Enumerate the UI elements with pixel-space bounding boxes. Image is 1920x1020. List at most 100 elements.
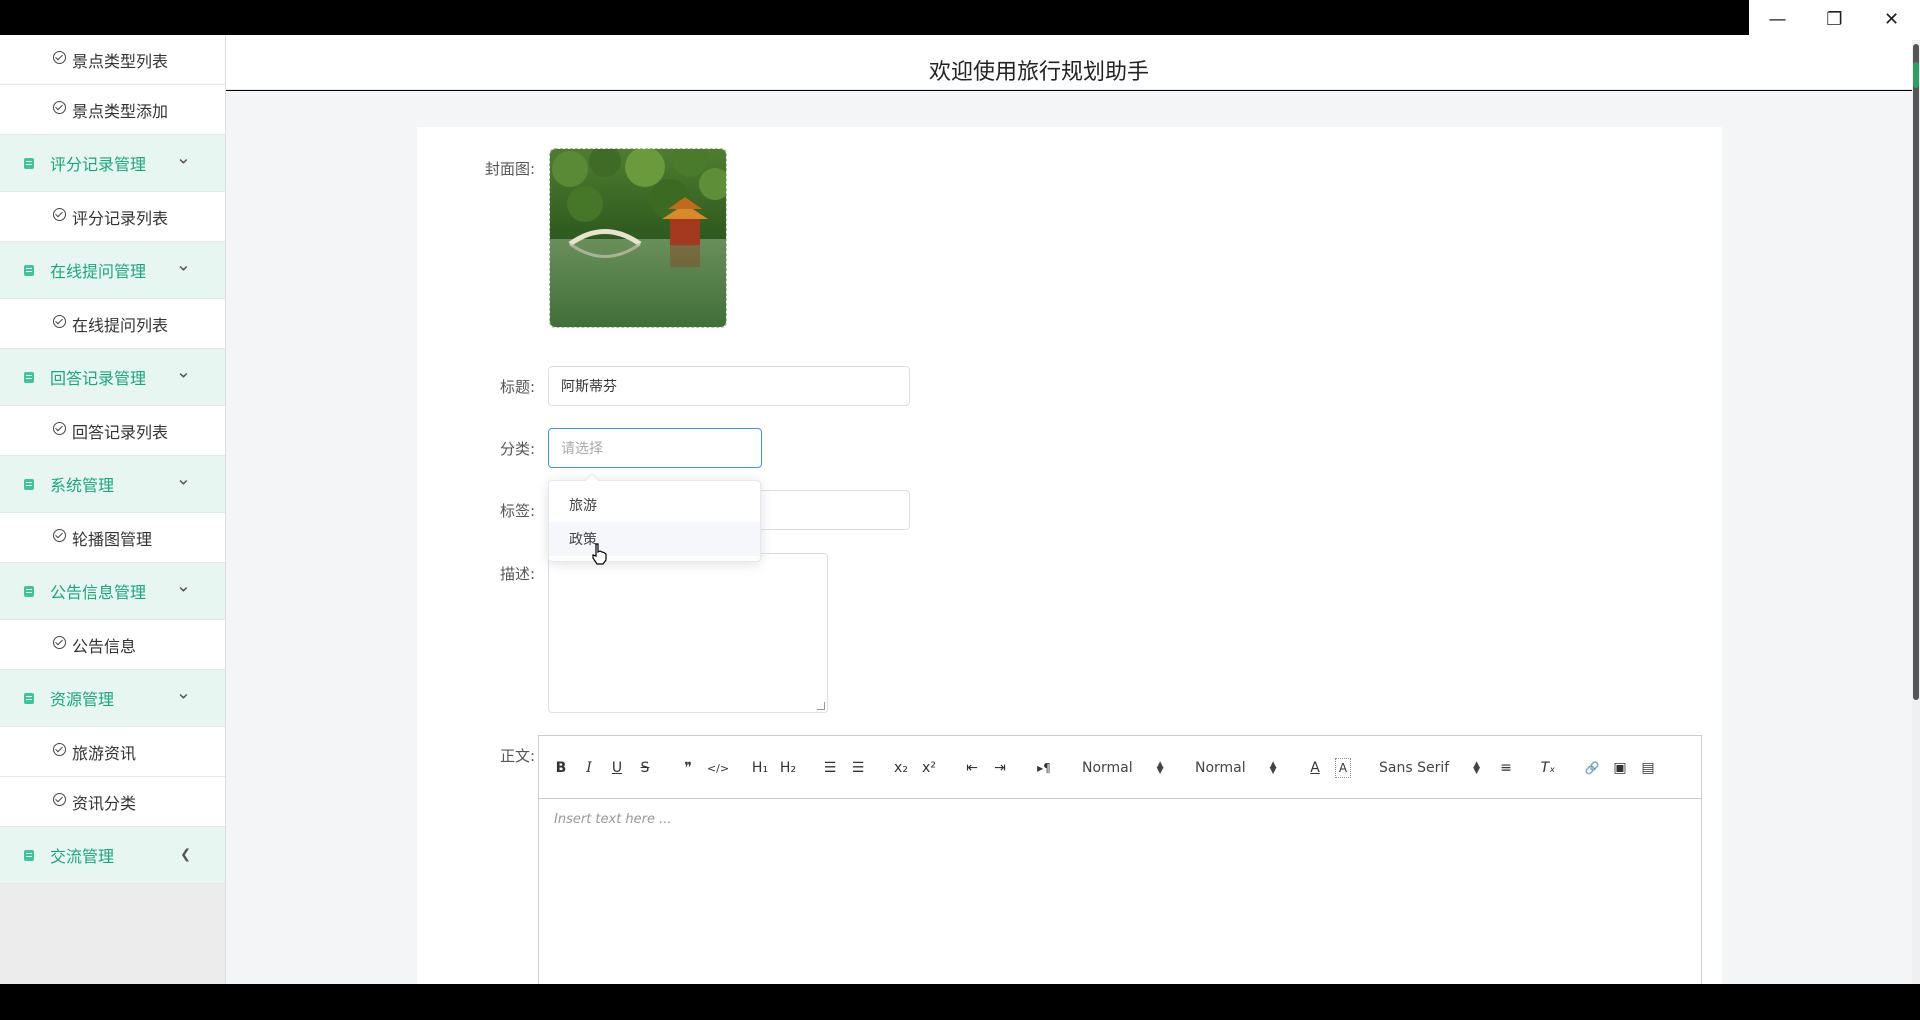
clean-format-button[interactable]: Tₓ	[1539, 758, 1557, 778]
rtl-button[interactable]: ▸¶	[1034, 758, 1054, 778]
body-label: 正文:	[499, 747, 535, 765]
title-input-value: 阿斯蒂芬	[561, 379, 617, 395]
category-placeholder: 请选择	[561, 441, 603, 457]
editor-placeholder[interactable]: Insert text here ...	[554, 812, 672, 827]
sidebar-item-label: 景点类型添加	[72, 101, 169, 121]
app-header: 欢迎使用旅行规划助手	[226, 35, 1920, 90]
sidebar-item-label: 旅游资讯	[72, 743, 137, 763]
header-select-value: Normal	[1195, 760, 1246, 776]
document-icon	[24, 371, 34, 383]
sidebar-group[interactable]: 资源管理 ⌄	[0, 670, 225, 727]
sidebar-group[interactable]: 评分记录管理 ⌄	[0, 135, 225, 192]
close-button[interactable]: ✕	[1863, 0, 1920, 38]
description-label: 描述:	[499, 565, 535, 583]
document-icon	[24, 692, 34, 704]
sidebar-group[interactable]: 交流管理 ❮	[0, 827, 225, 884]
category-option-travel[interactable]: 旅游	[549, 488, 760, 522]
video-button[interactable]: ▤	[1639, 758, 1657, 778]
sidebar-item[interactable]: 回答记录列表	[0, 406, 225, 456]
h1-button[interactable]: H₁	[749, 758, 771, 778]
sidebar-item-label: 公告信息	[72, 636, 137, 656]
code-block-button[interactable]: </>	[707, 758, 729, 778]
sidebar-item[interactable]: 公告信息	[0, 620, 225, 670]
title-input[interactable]: 阿斯蒂芬	[548, 366, 910, 406]
category-select[interactable]: 请选择	[548, 428, 762, 468]
sidebar-item-label: 评分记录管理	[50, 155, 147, 174]
check-circle-icon	[53, 636, 66, 649]
category-option-policy[interactable]: 政策	[549, 522, 760, 556]
cover-image	[550, 149, 726, 327]
align-button[interactable]: ≡	[1497, 758, 1515, 778]
superscript-button[interactable]: x²	[919, 758, 939, 778]
subscript-button[interactable]: x₂	[891, 758, 911, 778]
document-icon	[24, 478, 34, 490]
chevron-down-icon: ⌄	[175, 147, 191, 169]
scrollbar-thumb[interactable]	[1913, 44, 1919, 700]
font-select[interactable]: Sans Serif ▲ ▼	[1379, 758, 1480, 778]
sidebar-item[interactable]: 景点类型添加	[0, 85, 225, 135]
blockquote-button[interactable]: ❞	[679, 758, 697, 778]
document-icon	[24, 585, 34, 597]
restore-button[interactable]: ❐	[1806, 0, 1863, 38]
ordered-list-button[interactable]: ☰	[821, 758, 839, 778]
title-label: 标题:	[499, 378, 535, 396]
sidebar-group[interactable]: 系统管理 ⌄	[0, 456, 225, 513]
sidebar-item-label: 在线提问管理	[50, 262, 147, 281]
bullet-list-button[interactable]: ☰	[849, 758, 867, 778]
check-circle-icon	[53, 315, 66, 328]
indent-button[interactable]: ⇥	[991, 758, 1009, 778]
chevron-down-icon: ⌄	[175, 254, 191, 276]
chevron-down-icon: ⌄	[175, 468, 191, 490]
sidebar-item-label: 资源管理	[50, 690, 115, 709]
updown-icon: ▲ ▼	[1269, 760, 1277, 776]
sidebar-item[interactable]: 在线提问列表	[0, 299, 225, 349]
window-bottom-bar	[0, 984, 1920, 1020]
strike-button[interactable]: S	[637, 758, 653, 778]
sidebar-item-label: 系统管理	[50, 476, 115, 495]
check-circle-icon	[53, 208, 66, 221]
italic-button[interactable]: I	[581, 758, 597, 778]
cover-label: 封面图:	[484, 160, 535, 178]
hand-cursor-icon	[591, 543, 609, 570]
chevron-down-icon: ⌄	[175, 682, 191, 704]
text-color-button[interactable]: A	[1307, 758, 1323, 778]
sidebar-item[interactable]: 旅游资讯	[0, 727, 225, 777]
check-circle-icon	[53, 743, 66, 756]
sidebar-item[interactable]: 轮播图管理	[0, 513, 225, 563]
minimize-button[interactable]: —	[1749, 0, 1806, 38]
outdent-button[interactable]: ⇤	[963, 758, 981, 778]
sidebar-group[interactable]: 回答记录管理 ⌄	[0, 349, 225, 406]
sidebar-item-label: 轮播图管理	[72, 529, 153, 549]
chevron-down-icon: ⌄	[175, 361, 191, 383]
sidebar-group[interactable]: 公告信息管理 ⌄	[0, 563, 225, 620]
h2-button[interactable]: H₂	[777, 758, 799, 778]
category-dropdown: 旅游 政策	[548, 472, 761, 562]
sidebar-item[interactable]: 资讯分类	[0, 777, 225, 827]
background-color-button[interactable]: A	[1335, 758, 1351, 778]
cover-image-upload[interactable]	[549, 148, 727, 328]
page-title: 欢迎使用旅行规划助手	[929, 60, 1150, 85]
updown-icon: ▲ ▼	[1473, 760, 1481, 776]
sidebar-item[interactable]: 景点类型列表	[0, 35, 225, 85]
sidebar-item-label: 资讯分类	[72, 793, 137, 813]
link-button[interactable]: 🔗	[1583, 758, 1601, 778]
window-controls: — ❐ ✕	[1749, 0, 1920, 40]
sidebar-item-label: 回答记录列表	[72, 422, 169, 442]
resize-handle[interactable]	[817, 702, 825, 710]
bold-button[interactable]: B	[553, 758, 569, 778]
header-select[interactable]: Normal ▲ ▼	[1195, 758, 1277, 778]
document-icon	[24, 849, 34, 861]
sidebar-item[interactable]: 评分记录列表	[0, 192, 225, 242]
check-circle-icon	[53, 51, 66, 64]
scrollbar-indicator	[1913, 62, 1919, 88]
updown-icon: ▲ ▼	[1156, 760, 1164, 776]
sidebar-group[interactable]: 在线提问管理 ⌄	[0, 242, 225, 299]
underline-button[interactable]: U	[609, 758, 625, 778]
image-button[interactable]: ▣	[1611, 758, 1629, 778]
sidebar-item-label: 公告信息管理	[50, 583, 147, 602]
document-icon	[24, 264, 34, 276]
size-select[interactable]: Normal ▲ ▼	[1082, 758, 1164, 778]
app-root: — ❐ ✕ 欢迎使用旅行规划助手 景点类型列表 景点类型添加 评分记录管理 ⌄ 评分记录…	[0, 0, 1920, 1020]
description-textarea[interactable]	[548, 553, 828, 713]
check-circle-icon	[53, 793, 66, 806]
